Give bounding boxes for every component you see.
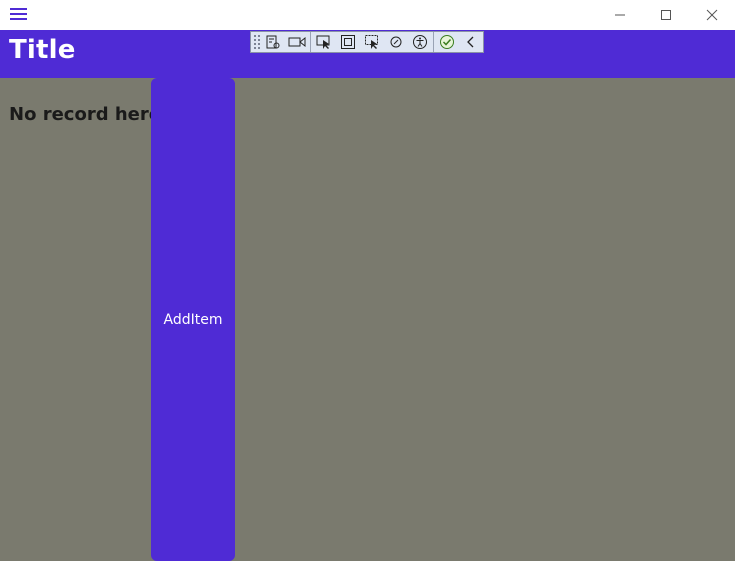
collapse-icon[interactable]: [459, 32, 483, 52]
display-layout-adorners-icon[interactable]: [336, 32, 360, 52]
select-element-icon[interactable]: [312, 32, 336, 52]
toolbar-separator: [433, 32, 434, 52]
debug-toolbar: [250, 31, 484, 53]
maximize-icon[interactable]: [643, 0, 689, 30]
binding-failures-icon[interactable]: [384, 32, 408, 52]
accessibility-icon[interactable]: [408, 32, 432, 52]
hot-reload-status-icon[interactable]: [435, 32, 459, 52]
toolbar-separator: [310, 32, 311, 52]
add-item-button[interactable]: AddItem: [151, 78, 235, 561]
minimize-icon[interactable]: [597, 0, 643, 30]
content-area: No record here AddItem: [0, 78, 735, 561]
track-focused-element-icon[interactable]: [360, 32, 384, 52]
empty-state-message: No record here: [9, 104, 161, 125]
live-visual-tree-icon[interactable]: [261, 32, 285, 52]
close-icon[interactable]: [689, 0, 735, 30]
page-title: Title: [9, 35, 76, 65]
toolbar-grip-icon[interactable]: [253, 33, 261, 51]
record-icon[interactable]: [285, 32, 309, 52]
window-titlebar: [0, 0, 735, 30]
hamburger-menu-icon[interactable]: [10, 7, 28, 21]
